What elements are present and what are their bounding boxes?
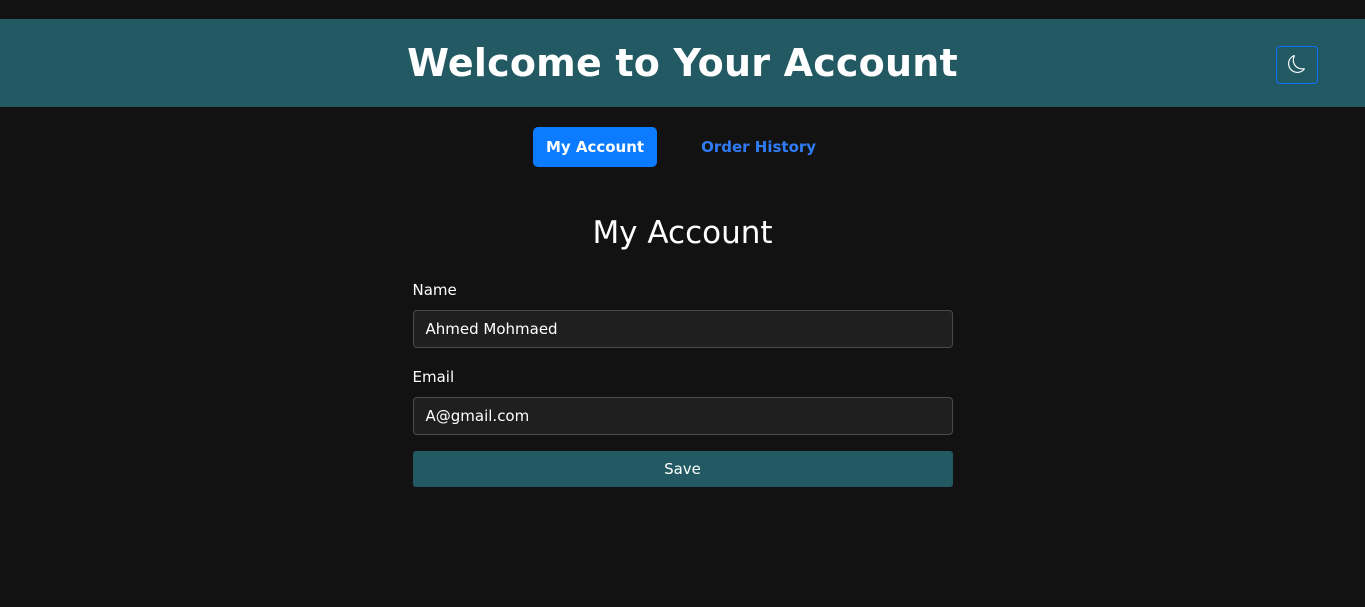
name-field[interactable]: Ahmed Mohmaed — [412, 310, 953, 348]
email-label: Email — [412, 368, 455, 386]
account-tabs: My Account Order History — [0, 127, 1365, 167]
page-title: My Account — [592, 215, 773, 251]
header-title: Welcome to Your Account — [407, 41, 958, 85]
save-button[interactable]: Save — [412, 451, 953, 487]
moon-icon — [1288, 54, 1306, 76]
tab-order-history[interactable]: Order History — [685, 127, 832, 167]
theme-toggle-button[interactable] — [1276, 46, 1318, 84]
email-field[interactable]: A@gmail.com — [412, 397, 953, 435]
tab-my-account[interactable]: My Account — [532, 127, 658, 167]
account-form: My Account Name Ahmed Mohmaed Email A@gm… — [412, 215, 953, 487]
name-label: Name — [412, 281, 457, 299]
top-strip — [0, 0, 1365, 19]
page-header: Welcome to Your Account — [0, 19, 1365, 107]
